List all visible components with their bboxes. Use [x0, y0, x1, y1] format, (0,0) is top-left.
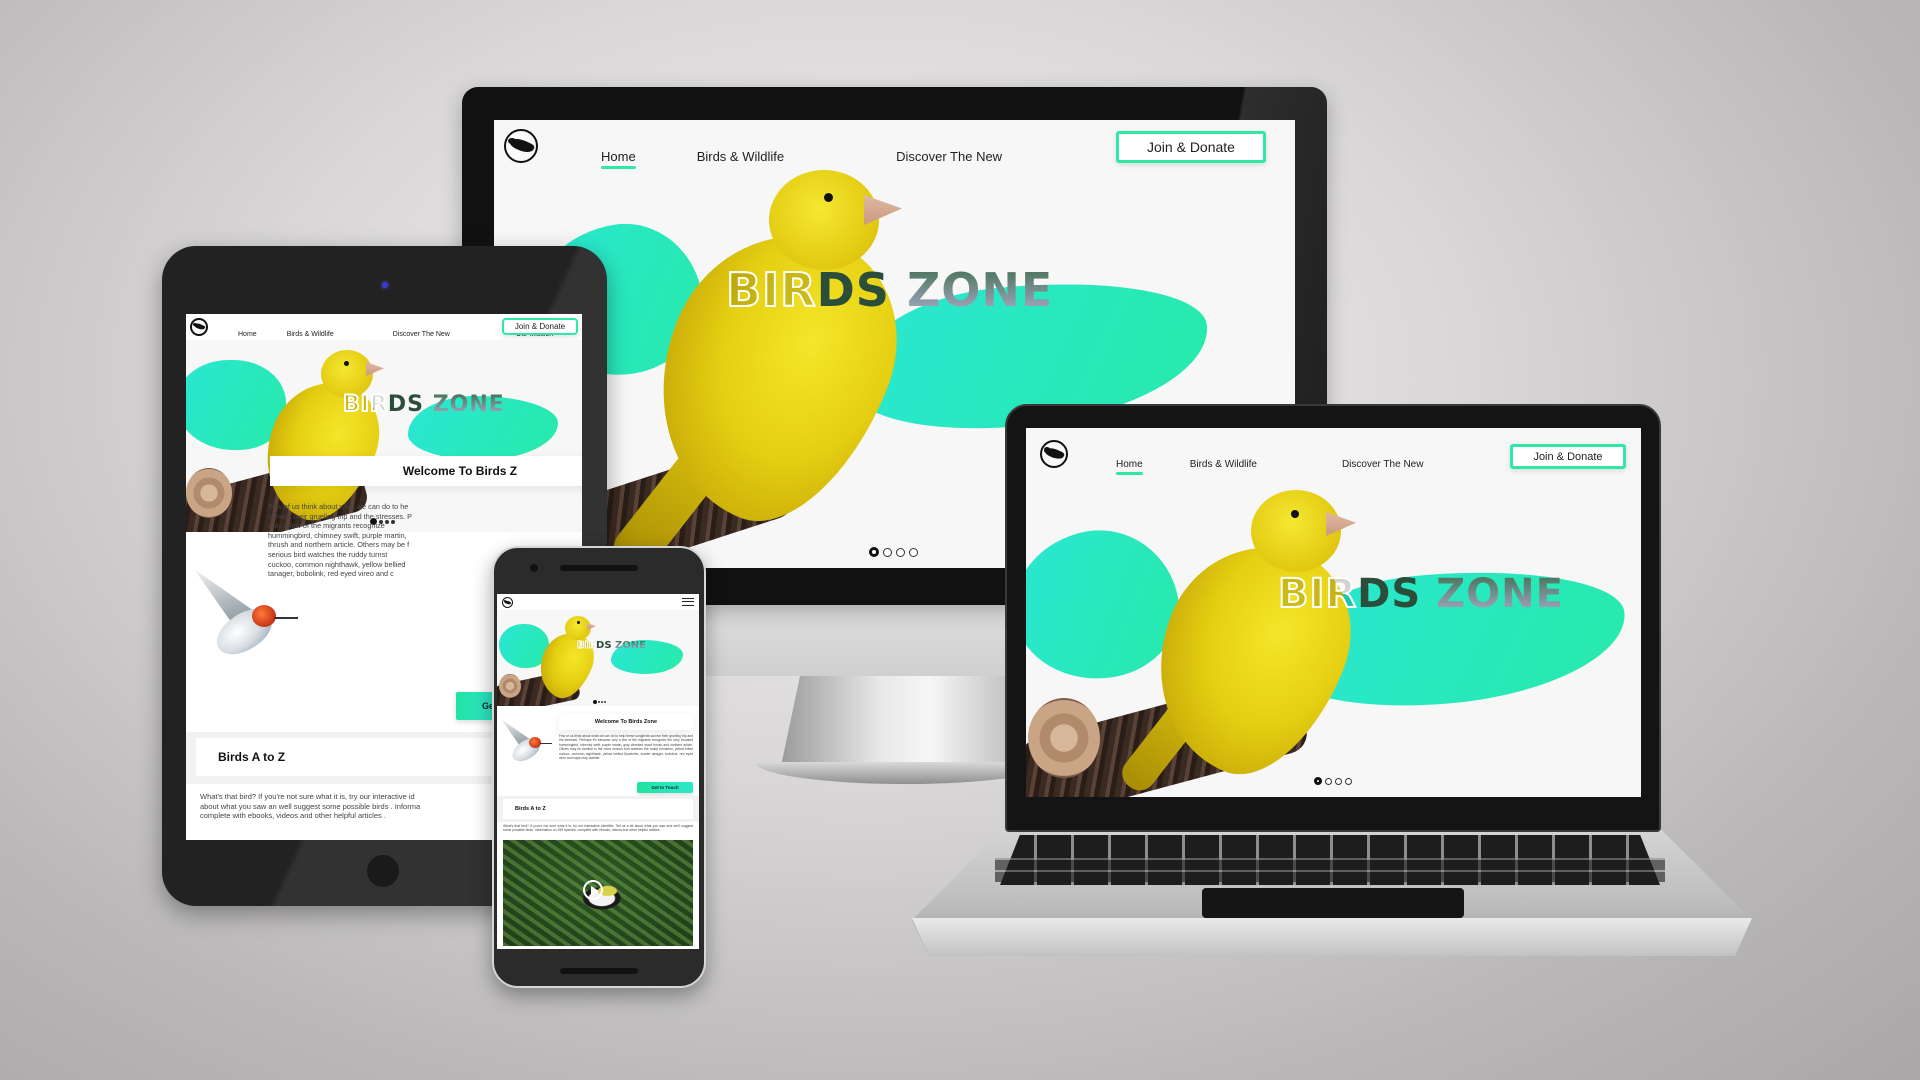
nav-home[interactable]: Home	[238, 331, 257, 343]
section-text: What's that bird? If you're not sure wha…	[503, 824, 693, 833]
play-icon[interactable]	[583, 880, 603, 900]
canary-image	[497, 610, 699, 706]
hero-title: BIRDS ZONE	[342, 391, 505, 418]
join-donate-button[interactable]: Join & Donate	[502, 318, 578, 335]
get-in-touch-button[interactable]: Get In Touch	[637, 782, 693, 793]
phone-speaker	[560, 565, 638, 571]
phone-screen: BIRDS ZONE Welcome To Birds Zone Few of …	[497, 594, 699, 949]
carousel-dot-3[interactable]	[896, 547, 905, 557]
carousel-dot-3[interactable]	[601, 701, 603, 703]
tablet-navbar: Home Birds & Wildlife Discover The New O…	[186, 314, 582, 343]
hamburger-icon[interactable]	[682, 598, 694, 606]
hummingbird-image	[194, 569, 304, 689]
section-text: What's that bird? If you're not sure wha…	[200, 792, 421, 820]
monitor-stand-neck	[780, 676, 1030, 771]
hero-title: BIRDS ZONE	[576, 640, 646, 652]
video-thumbnail[interactable]	[503, 840, 693, 946]
carousel-dot-1[interactable]	[869, 547, 879, 557]
carousel-dots	[593, 700, 606, 704]
carousel-dot-1[interactable]	[593, 700, 597, 704]
hero-title: BIRDS ZONE	[1277, 570, 1564, 618]
phone-camera	[530, 564, 538, 572]
carousel-dot-3[interactable]	[1335, 777, 1342, 785]
carousel-dot-4[interactable]	[604, 701, 606, 703]
laptop-keyboard-rows	[995, 858, 1665, 882]
tablet-camera	[382, 282, 388, 288]
hero-title: BIRDS ZONE	[725, 262, 1054, 318]
carousel-dots	[869, 547, 918, 557]
nav-birds-wildlife[interactable]: Birds & Wildlife	[287, 331, 334, 338]
laptop-trackpad	[1202, 888, 1464, 918]
laptop-front-edge	[912, 918, 1752, 956]
section-title: Birds A to Z	[196, 738, 496, 776]
nav-discover-the-new[interactable]: Discover The New	[393, 331, 450, 338]
welcome-title: Welcome To Birds Zone	[559, 714, 693, 730]
phone-hero: BIRDS ZONE	[497, 610, 699, 706]
carousel-dot-2[interactable]	[1325, 777, 1332, 785]
phone-bottom-speaker	[560, 968, 638, 974]
logo-icon[interactable]	[502, 597, 513, 608]
carousel-dot-1[interactable]	[1314, 777, 1322, 785]
logo-icon[interactable]	[190, 318, 208, 336]
welcome-text: Few of us think about what we can do to …	[268, 502, 412, 579]
hummingbird-image	[501, 719, 555, 779]
carousel-dots	[1314, 777, 1352, 785]
tablet-home-button[interactable]	[365, 853, 401, 889]
laptop-screen: Home Birds & Wildlife Discover The New O…	[1026, 428, 1641, 797]
carousel-dot-2[interactable]	[598, 701, 600, 703]
carousel-dot-2[interactable]	[883, 547, 892, 557]
welcome-text: Few of us think about what we can do to …	[559, 734, 693, 761]
carousel-dot-4[interactable]	[1345, 777, 1352, 785]
get-in-touch-button[interactable]: Ge	[456, 692, 496, 720]
phone-navbar	[497, 594, 699, 610]
section-title: Birds A to Z	[503, 799, 693, 819]
carousel-dot-4[interactable]	[909, 547, 918, 557]
welcome-title: Welcome To Birds Z	[270, 456, 582, 486]
